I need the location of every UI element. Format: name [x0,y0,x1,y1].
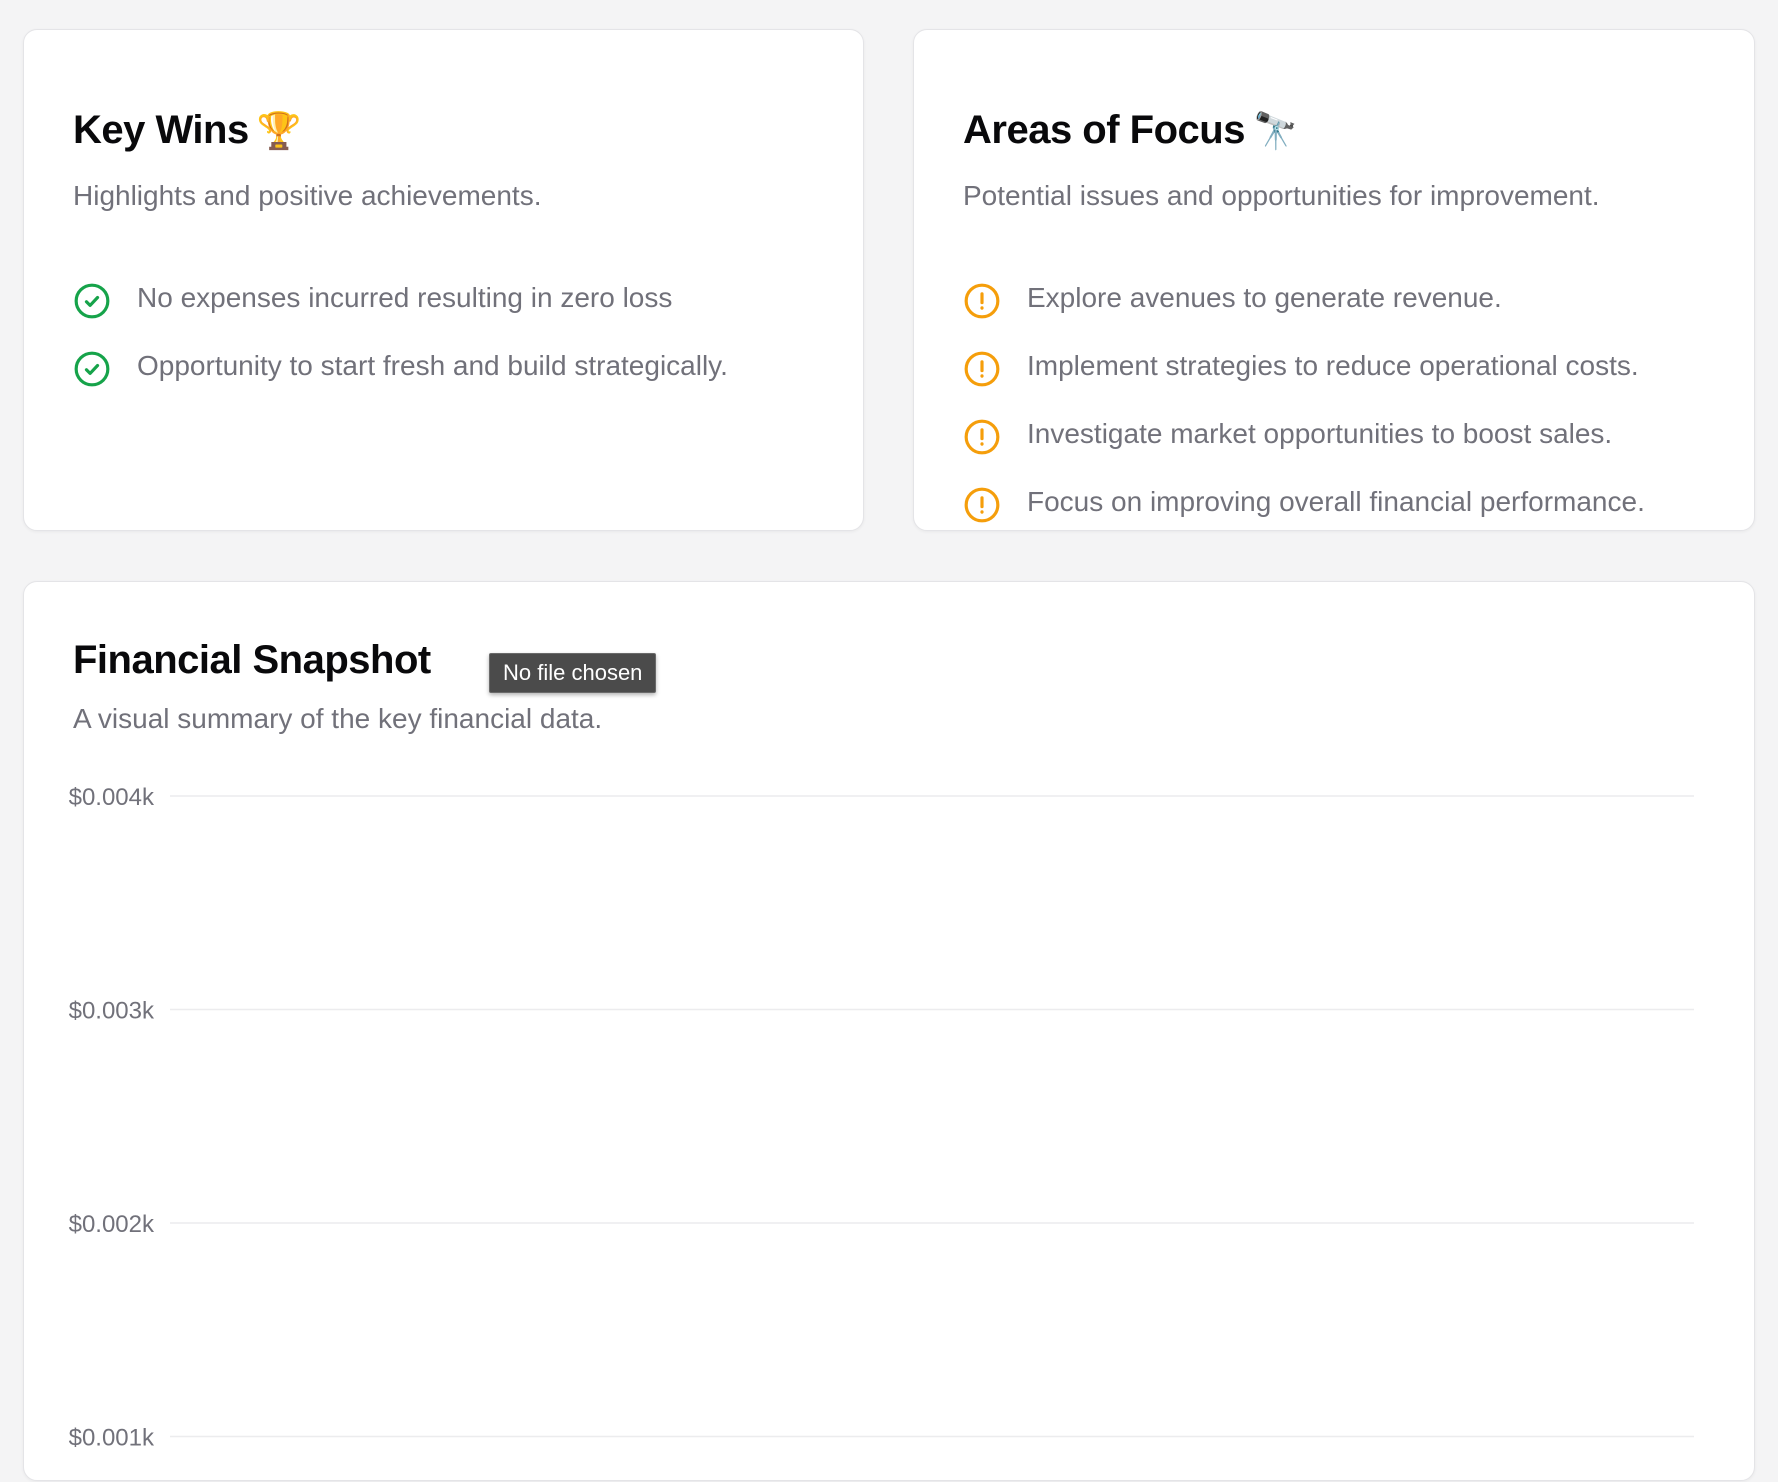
key-wins-list: No expenses incurred resulting in zero l… [73,264,728,400]
financial-chart: $0.004k $0.003k $0.002k $0.001k [69,784,1694,1452]
list-item: Investigate market opportunities to boos… [963,400,1645,468]
alert-circle-icon [964,487,1000,523]
y-axis-tick-label: $0.002k [69,1211,155,1238]
list-item: Focus on improving overall financial per… [963,468,1645,536]
areas-of-focus-card: Areas of Focus 🔭 Potential issues and opp… [913,29,1755,531]
list-item-text: Opportunity to start fresh and build str… [137,350,728,381]
check-circle-icon [74,283,110,319]
file-input-tooltip: No file chosen [489,653,657,693]
areas-of-focus-title: Areas of Focus 🔭 [963,108,1298,152]
areas-of-focus-subtitle: Potential issues and opportunities for i… [963,180,1600,211]
key-wins-card: Key Wins 🏆 Highlights and positive achiev… [23,29,864,531]
y-axis-tick-label: $0.004k [69,784,155,811]
key-wins-subtitle: Highlights and positive achievements. [73,180,542,211]
list-item-text: Explore avenues to generate revenue. [1027,282,1502,313]
list-item: Explore avenues to generate revenue. [963,264,1645,332]
list-item-text: No expenses incurred resulting in zero l… [137,282,673,313]
alert-circle-icon [964,419,1000,455]
list-item-text: Focus on improving overall financial per… [1027,486,1645,517]
list-item-text: Investigate market opportunities to boos… [1027,418,1613,449]
list-item: Opportunity to start fresh and build str… [73,332,728,400]
y-axis-tick-label: $0.003k [69,998,155,1025]
alert-circle-icon [964,351,1000,387]
key-wins-title: Key Wins 🏆 [73,108,302,152]
financial-snapshot-card: Financial Snapshot A visual summary of t… [23,581,1755,1481]
list-item: No expenses incurred resulting in zero l… [73,264,728,332]
alert-circle-icon [964,283,1000,319]
check-circle-icon [74,351,110,387]
telescope-icon: 🔭 [1252,110,1298,151]
y-axis-tick-label: $0.001k [69,1425,155,1452]
areas-of-focus-list: Explore avenues to generate revenue. Imp… [963,264,1645,536]
trophy-icon: 🏆 [256,110,302,151]
list-item-text: Implement strategies to reduce operation… [1027,350,1639,381]
list-item: Implement strategies to reduce operation… [963,332,1645,400]
